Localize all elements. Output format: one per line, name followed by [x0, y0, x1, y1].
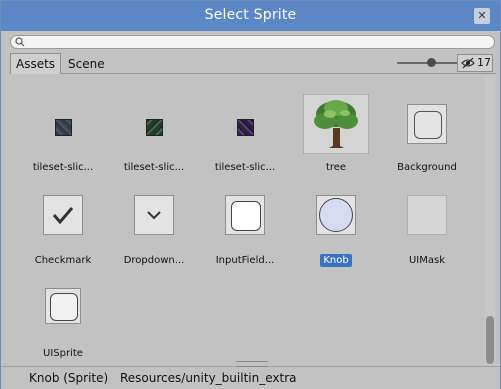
uimask-thumbnail — [407, 195, 447, 235]
sprite-item-label: Background — [397, 162, 457, 173]
sprite-item[interactable]: UISprite — [17, 268, 109, 359]
dropdown-thumbnail — [134, 195, 174, 235]
tree-thumbnail — [303, 94, 369, 154]
status-bar: Knob (Sprite) Resources/unity_builtin_ex… — [1, 361, 500, 389]
sprite-item[interactable]: InputField... — [199, 175, 291, 266]
sprite-item-label: tree — [325, 162, 347, 173]
sprite-item[interactable]: tree — [290, 82, 382, 173]
sprite-item[interactable]: tileset-slic... — [17, 82, 109, 173]
sprite-item-label: Knob — [320, 254, 352, 267]
sprite-grid: tileset-slic... tileset-slic... tileset-… — [10, 75, 482, 365]
search-input[interactable] — [29, 36, 489, 48]
close-icon: ✕ — [477, 9, 487, 22]
window-title: Select Sprite — [204, 7, 297, 23]
zoom-slider[interactable] — [397, 58, 457, 67]
sprite-item-label: Dropdown... — [123, 255, 185, 266]
sprite-item-label: Checkmark — [34, 255, 92, 266]
close-button[interactable]: ✕ — [474, 8, 490, 24]
select-sprite-window: Select Sprite ✕ Assets Scene 17 tileset-… — [0, 0, 501, 389]
tileset-thumbnail — [54, 119, 72, 136]
chevron-down-icon — [147, 211, 161, 220]
tileset-thumbnail — [236, 119, 254, 136]
sprite-item-label: UIMask — [408, 255, 446, 266]
background-thumbnail — [407, 104, 447, 144]
sprite-item[interactable]: Checkmark — [17, 175, 109, 266]
tileset-thumbnail — [145, 119, 163, 136]
selected-sprite-path: Resources/unity_builtin_extra — [120, 371, 297, 385]
checkmark-thumbnail — [43, 195, 83, 235]
sprite-item-label: tileset-slic... — [214, 162, 276, 173]
tab-scene-label: Scene — [68, 57, 105, 71]
sprite-item[interactable]: UIMask — [381, 175, 473, 266]
hidden-eye-icon — [461, 57, 475, 69]
sprite-item[interactable]: tileset-slic... — [108, 82, 200, 173]
sprite-item-label: tileset-slic... — [123, 162, 185, 173]
inputfield-thumbnail — [225, 195, 265, 235]
search-icon — [15, 37, 25, 47]
sprite-item[interactable]: tileset-slic... — [199, 82, 291, 173]
sprite-item-selected[interactable]: Knob — [290, 175, 382, 267]
search-bar[interactable] — [10, 35, 495, 49]
scrollbar-thumb[interactable] — [486, 316, 494, 364]
resize-grip[interactable] — [236, 361, 268, 367]
tab-assets[interactable]: Assets — [10, 53, 62, 74]
title-bar[interactable]: Select Sprite ✕ — [1, 1, 500, 31]
sprite-item-label: UISprite — [43, 348, 83, 359]
hidden-count-badge[interactable]: 17 — [457, 54, 493, 72]
selected-sprite-name: Knob (Sprite) — [29, 371, 109, 385]
knob-thumbnail — [316, 195, 356, 235]
sprite-item-label: InputField... — [215, 255, 275, 266]
tab-scene[interactable]: Scene — [63, 54, 110, 74]
hidden-count: 17 — [477, 56, 491, 69]
sprite-item[interactable]: Background — [381, 82, 473, 173]
tab-row: Assets Scene 17 — [10, 53, 496, 74]
tab-assets-label: Assets — [16, 57, 56, 71]
sprite-item[interactable]: Dropdown... — [108, 175, 200, 266]
vertical-scrollbar[interactable] — [485, 76, 495, 365]
uisprite-thumbnail — [45, 288, 81, 324]
sprite-item-label: tileset-slic... — [32, 162, 94, 173]
zoom-slider-thumb[interactable] — [427, 58, 436, 67]
checkmark-icon — [52, 207, 74, 225]
